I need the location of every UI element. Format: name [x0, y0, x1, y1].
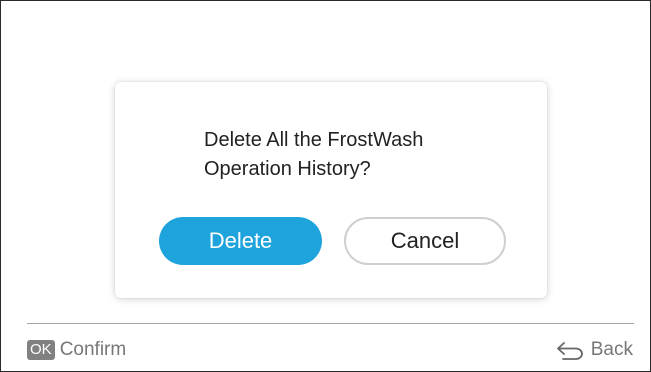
ok-badge: OK [27, 340, 55, 360]
dialog-message: Delete All the FrostWash Operation Histo… [204, 129, 424, 180]
back-arrow-icon [555, 340, 585, 360]
footer-divider [27, 323, 634, 324]
confirm-dialog: Delete All the FrostWash Operation Histo… [115, 82, 547, 298]
screen: Delete All the FrostWash Operation Histo… [0, 0, 651, 372]
confirm-label: Confirm [59, 339, 127, 360]
back-label: Back [590, 339, 633, 360]
delete-button[interactable]: Delete [159, 217, 322, 265]
back-hint[interactable]: Back [555, 338, 633, 362]
confirm-hint[interactable]: OK Confirm [27, 338, 126, 362]
cancel-button[interactable]: Cancel [344, 217, 506, 265]
